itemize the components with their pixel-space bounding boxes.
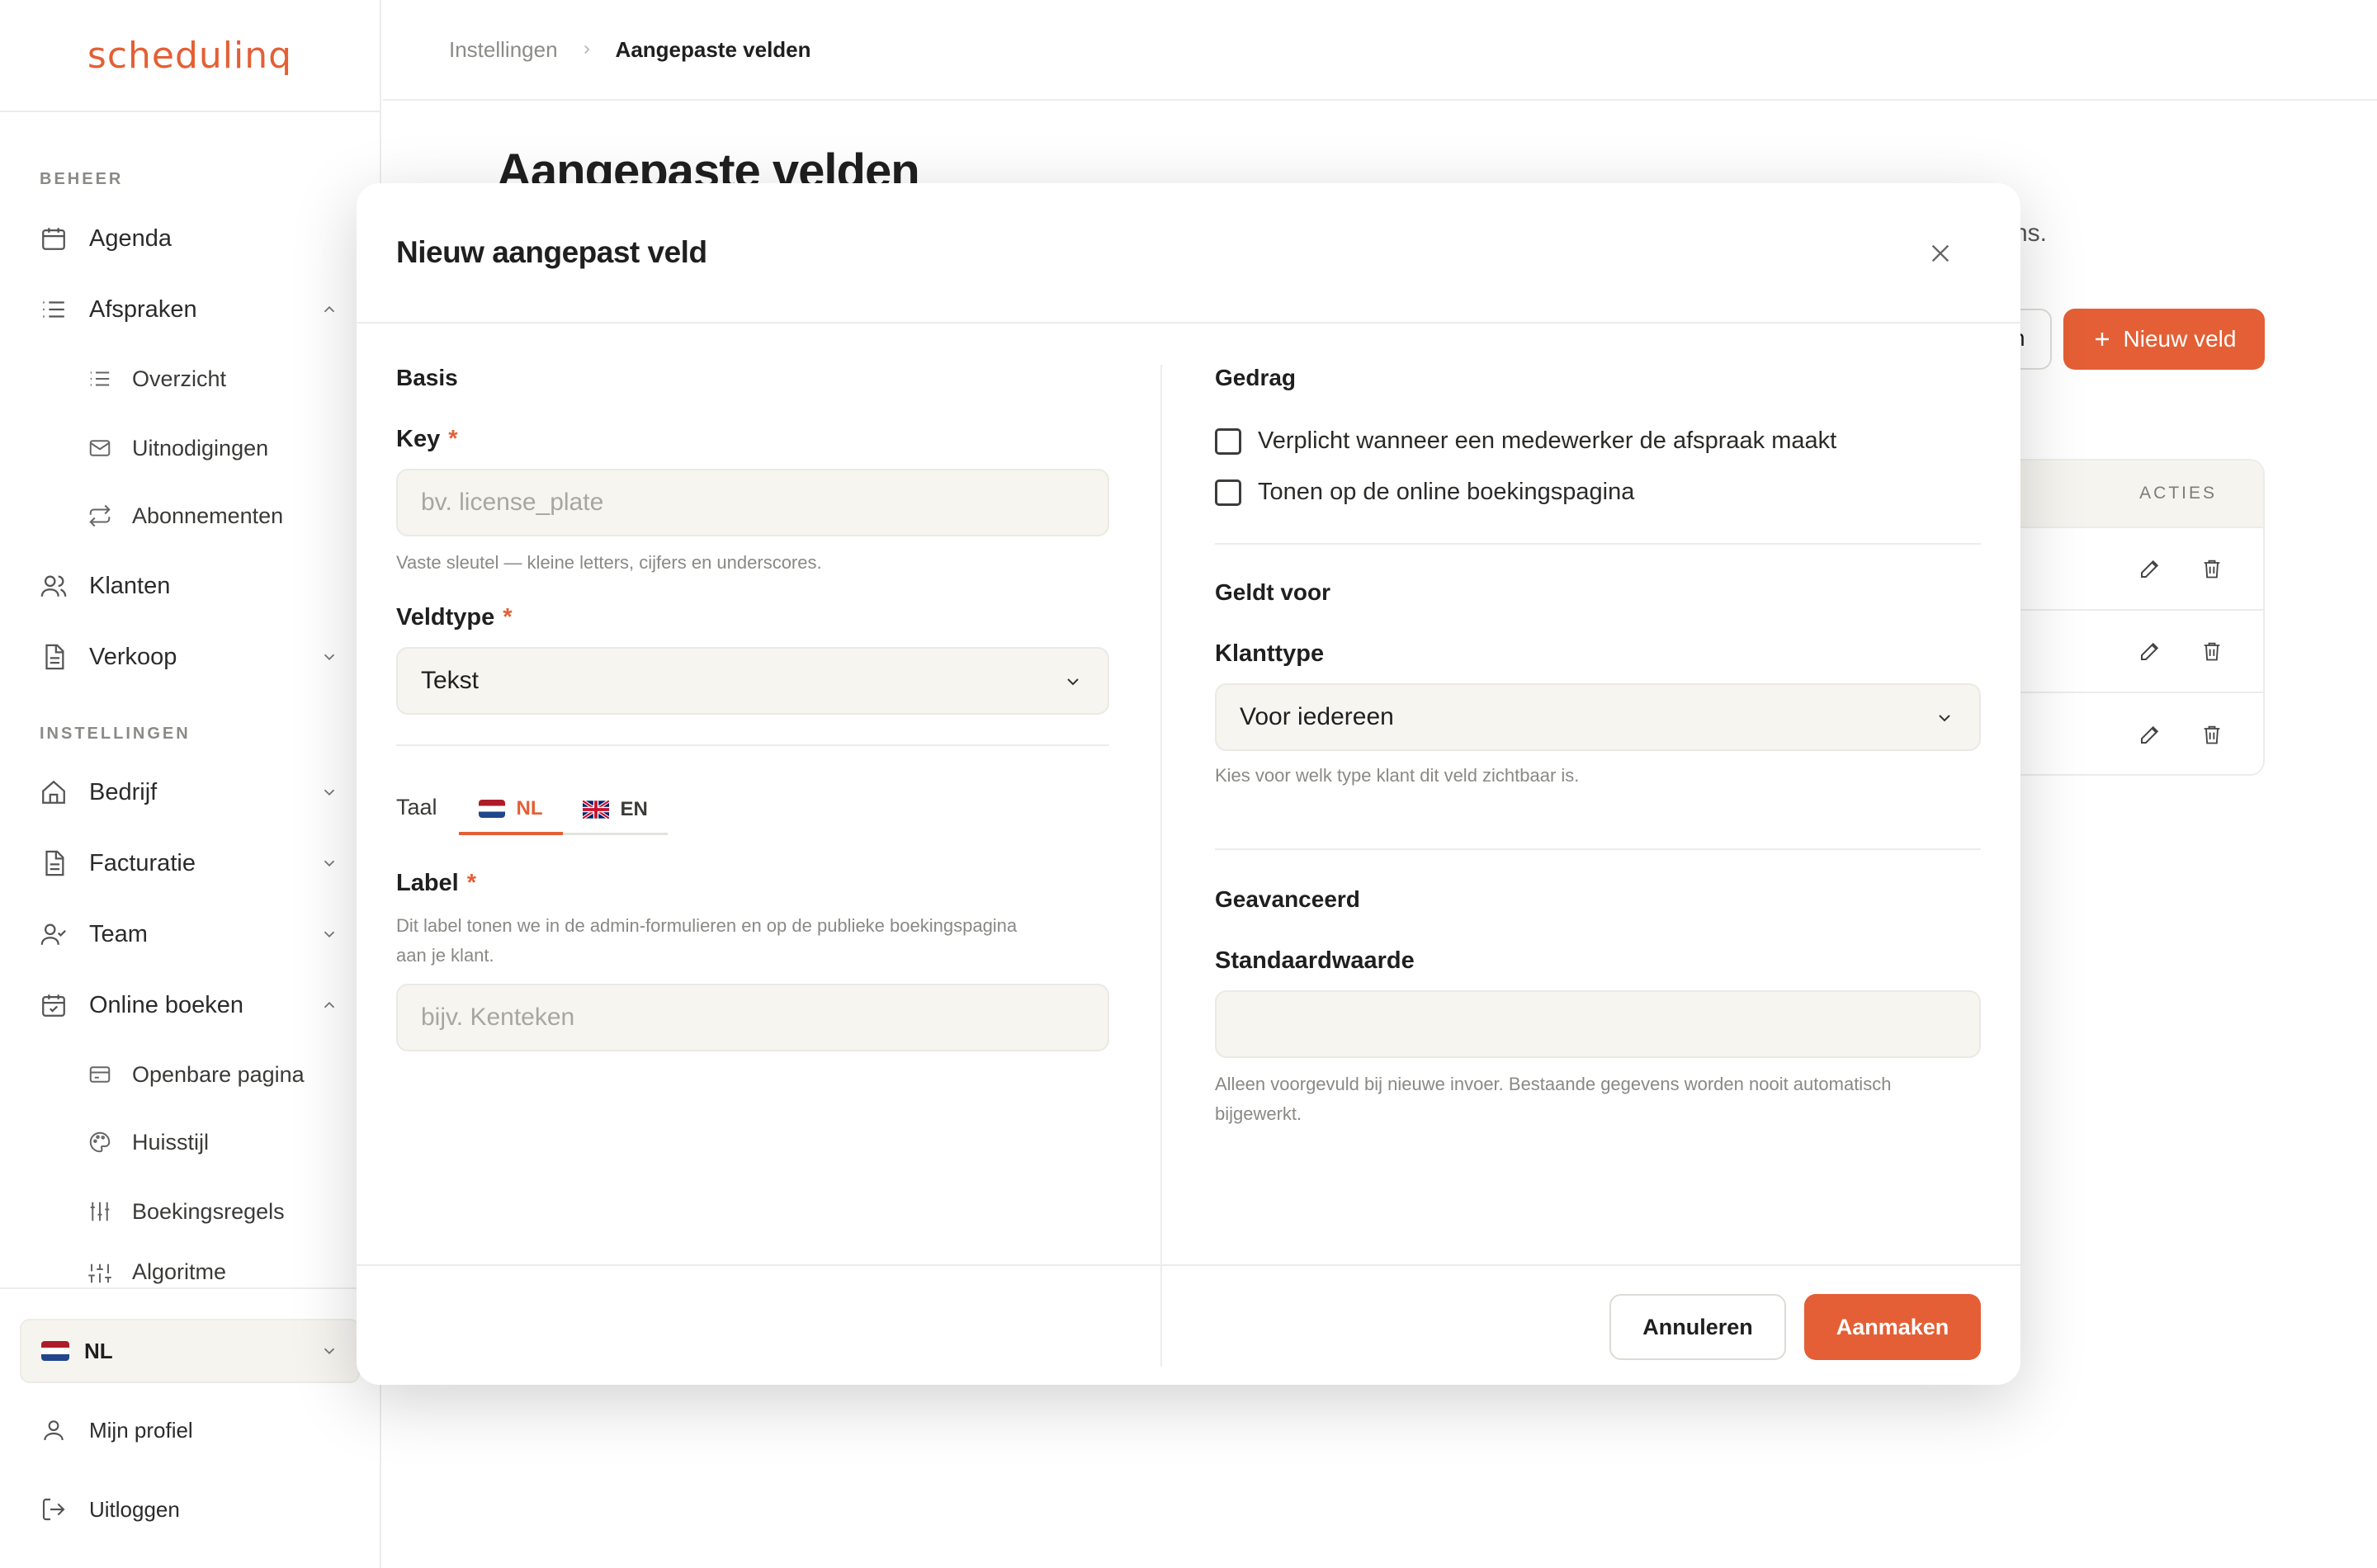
divider bbox=[396, 744, 1109, 746]
divider bbox=[1215, 848, 1981, 850]
field-type-label: Veldtype * bbox=[396, 604, 513, 631]
modal-title: Nieuw aangepast veld bbox=[396, 235, 707, 269]
language-tabs-label: Taal bbox=[396, 795, 437, 819]
field-type-select[interactable]: Tekst bbox=[396, 647, 1109, 715]
cancel-button[interactable]: Annuleren bbox=[1609, 1294, 1786, 1360]
tab-en[interactable]: EN bbox=[562, 786, 668, 835]
online-checkbox[interactable] bbox=[1215, 479, 1241, 506]
modal-header: Nieuw aangepast veld bbox=[357, 183, 2020, 324]
group-title-geldt-voor: Geldt voor bbox=[1215, 579, 1331, 605]
customer-type-label: Klanttype bbox=[1215, 640, 1325, 667]
modal-footer: Annuleren Aanmaken bbox=[357, 1264, 2020, 1385]
close-icon bbox=[1927, 240, 1954, 267]
default-value-help: Alleen voorgevuld bij nieuwe invoer. Bes… bbox=[1215, 1074, 1892, 1124]
checkbox-row-required[interactable]: Verplicht wanneer een medewerker de afsp… bbox=[1215, 427, 1836, 455]
default-value-input[interactable] bbox=[1215, 990, 1981, 1058]
key-label: Key * bbox=[396, 426, 458, 452]
column-divider bbox=[1160, 365, 1162, 1367]
label-help: Dit label tonen we in de admin-formulier… bbox=[396, 915, 1018, 966]
customer-type-help: Kies voor welk type klant dit veld zicht… bbox=[1215, 765, 1580, 786]
new-field-modal: Nieuw aangepast veld Basis Key * bv. lice… bbox=[357, 183, 2020, 1385]
default-value-label: Standaardwaarde bbox=[1215, 947, 1415, 974]
tab-nl[interactable]: NL bbox=[458, 786, 563, 835]
create-button[interactable]: Aanmaken bbox=[1804, 1294, 1981, 1360]
chevron-down-icon bbox=[1935, 708, 1954, 728]
customer-type-select[interactable]: Voor iedereen bbox=[1215, 683, 1981, 751]
divider bbox=[1215, 543, 1981, 545]
language-tabs: Taal NL EN bbox=[396, 786, 668, 835]
label-label: Label * bbox=[396, 870, 477, 896]
close-button[interactable] bbox=[1923, 236, 1958, 271]
chevron-down-icon bbox=[1063, 672, 1083, 692]
flag-nl-icon bbox=[478, 800, 505, 818]
group-title-gedrag: Gedrag bbox=[1215, 365, 1297, 390]
checkbox-row-online[interactable]: Tonen op de online boekingspagina bbox=[1215, 479, 1634, 506]
key-input[interactable]: bv. license_plate bbox=[396, 469, 1109, 536]
label-input[interactable]: bijv. Kenteken bbox=[396, 984, 1109, 1051]
group-title-basis: Basis bbox=[396, 365, 458, 390]
group-title-geavanceerd: Geavanceerd bbox=[1215, 886, 1360, 912]
flag-uk-icon bbox=[582, 800, 609, 819]
required-checkbox[interactable] bbox=[1215, 427, 1241, 455]
key-help: Vaste sleutel — kleine letters, cijfers … bbox=[396, 552, 822, 573]
